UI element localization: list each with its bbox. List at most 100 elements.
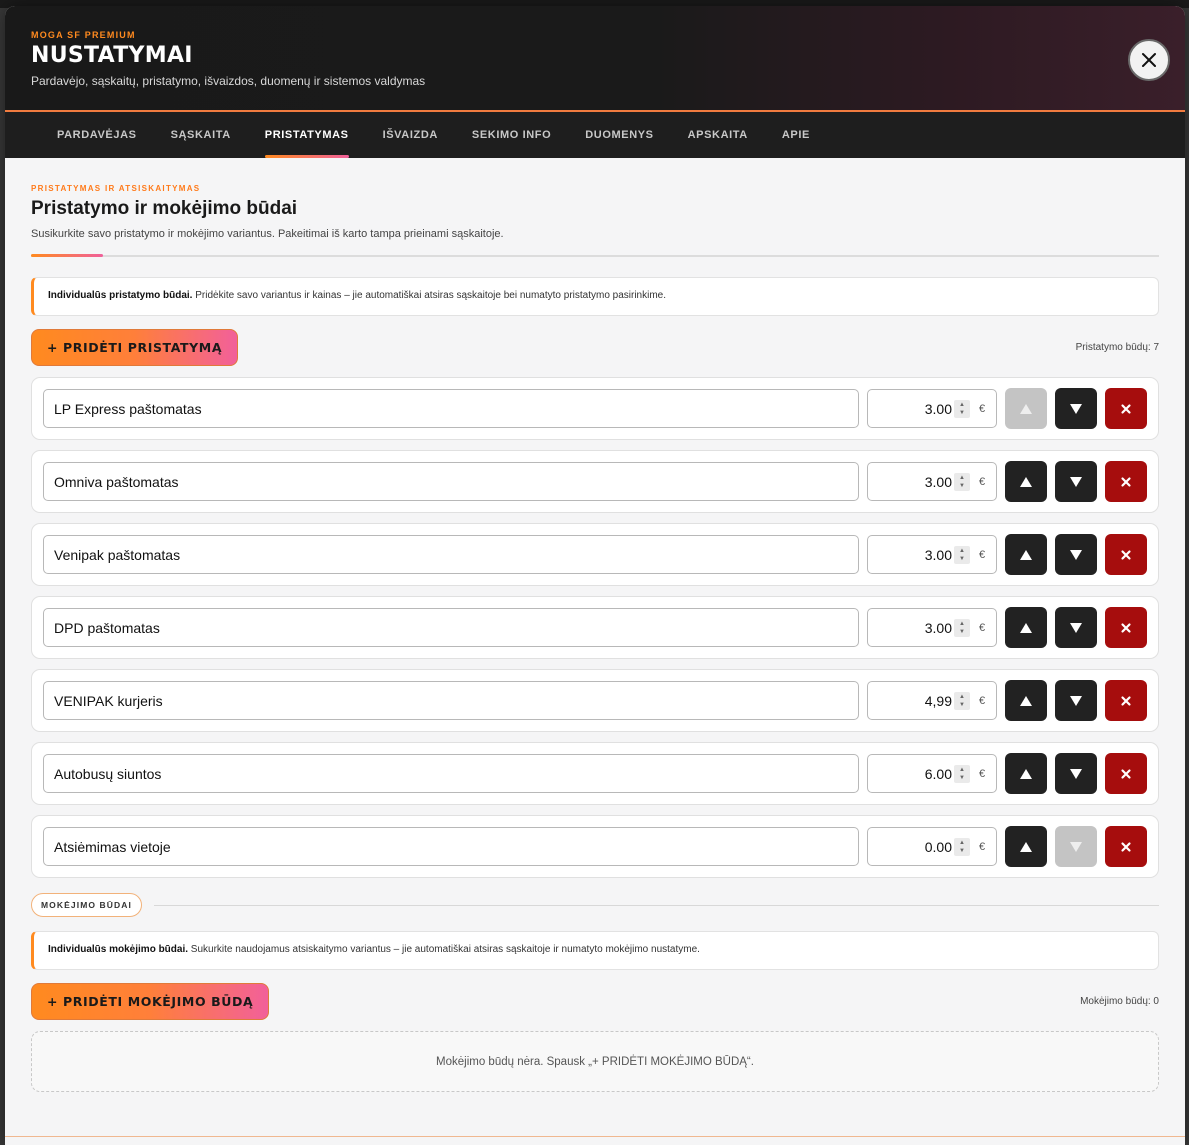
move-down-button	[1055, 826, 1097, 867]
spinner-down-icon: ▼	[959, 701, 965, 708]
delivery-name-input[interactable]	[43, 681, 859, 720]
delivery-name-input[interactable]	[43, 754, 859, 793]
tab-sąskaita[interactable]: SĄSKAITA	[154, 112, 248, 158]
delete-delivery-button[interactable]	[1105, 607, 1147, 648]
tab-apskaita[interactable]: APSKAITA	[671, 112, 765, 158]
spinner-up-icon: ▲	[959, 839, 965, 846]
delete-delivery-button[interactable]	[1105, 680, 1147, 721]
add-delivery-button[interactable]: + PRIDĖTI PRISTATYMĄ	[31, 329, 239, 366]
move-up-button[interactable]	[1005, 607, 1047, 648]
delete-delivery-button[interactable]	[1105, 388, 1147, 429]
payment-action-row: + PRIDĖTI MOKĖJIMO BŪDĄ Mokėjimo būdų: 0	[31, 983, 1159, 1020]
spinner-up-icon: ▲	[959, 547, 965, 554]
price-spinner[interactable]: ▲ ▼	[954, 545, 970, 564]
currency-label: €	[979, 840, 986, 853]
move-down-button[interactable]	[1055, 680, 1097, 721]
currency-label: €	[979, 548, 986, 561]
delivery-price-field: ▲▼ €	[867, 535, 997, 574]
move-up-button[interactable]	[1005, 680, 1047, 721]
move-down-button[interactable]	[1055, 534, 1097, 575]
delivery-price-field: ▲▼ €	[867, 681, 997, 720]
tab-duomenys[interactable]: DUOMENYS	[568, 112, 670, 158]
payment-info-bold: Individualūs mokėjimo būdai.	[48, 944, 189, 955]
delete-icon	[1121, 476, 1131, 487]
delete-delivery-button[interactable]	[1105, 461, 1147, 502]
payment-info-box: Individualūs mokėjimo būdai. Sukurkite n…	[31, 931, 1159, 970]
delete-icon	[1121, 549, 1131, 560]
delivery-price-field: ▲▼ €	[867, 754, 997, 793]
price-spinner[interactable]: ▲ ▼	[954, 472, 970, 491]
delivery-row: ▲▼ €	[31, 669, 1159, 732]
delete-icon	[1121, 622, 1131, 633]
move-up-button[interactable]	[1005, 753, 1047, 794]
delivery-name-input[interactable]	[43, 389, 859, 428]
delivery-action-row: + PRIDĖTI PRISTATYMĄ Pristatymo būdų: 7	[31, 329, 1159, 366]
price-spinner[interactable]: ▲ ▼	[954, 764, 970, 783]
move-down-button[interactable]	[1055, 388, 1097, 429]
tab-sekimo-info[interactable]: SEKIMO INFO	[455, 112, 568, 158]
spinner-up-icon: ▲	[959, 620, 965, 627]
delete-icon	[1121, 695, 1131, 706]
payment-info-text: Sukurkite naudojamus atsiskaitymo varian…	[188, 944, 700, 955]
delivery-name-input[interactable]	[43, 535, 859, 574]
delivery-info-bold: Individualūs pristatymo būdai.	[48, 290, 193, 301]
arrow-up-icon	[1020, 549, 1032, 560]
content-area: PRISTATYMAS IR ATSISKAITYMAS Pristatymo …	[5, 158, 1185, 1092]
delivery-count: Pristatymo būdų: 7	[1075, 342, 1159, 353]
section-description: Susikurkite savo pristatymo ir mokėjimo …	[31, 228, 504, 240]
delivery-price-field: ▲▼ €	[867, 608, 997, 647]
delivery-price-input[interactable]	[868, 539, 954, 570]
delete-icon	[1121, 768, 1131, 779]
payment-section-header: MOKĖJIMO BŪDAI	[31, 893, 1159, 917]
spinner-up-icon: ▲	[959, 474, 965, 481]
arrow-up-icon	[1020, 841, 1032, 852]
arrow-down-icon	[1070, 622, 1082, 633]
delete-delivery-button[interactable]	[1105, 826, 1147, 867]
delete-delivery-button[interactable]	[1105, 534, 1147, 575]
tab-apie[interactable]: APIE	[765, 112, 827, 158]
delete-icon	[1121, 841, 1131, 852]
modal-title: NUSTATYMAI	[31, 43, 193, 68]
price-spinner[interactable]: ▲ ▼	[954, 618, 970, 637]
price-spinner[interactable]: ▲ ▼	[954, 399, 970, 418]
move-down-button[interactable]	[1055, 461, 1097, 502]
delivery-price-input[interactable]	[868, 831, 954, 862]
payment-pill: MOKĖJIMO BŪDAI	[31, 893, 142, 917]
spinner-down-icon: ▼	[959, 482, 965, 489]
move-up-button[interactable]	[1005, 826, 1047, 867]
section-divider	[31, 254, 1159, 257]
delivery-price-input[interactable]	[868, 612, 954, 643]
delete-delivery-button[interactable]	[1105, 753, 1147, 794]
move-up-button[interactable]	[1005, 534, 1047, 575]
move-down-button[interactable]	[1055, 753, 1097, 794]
price-spinner[interactable]: ▲ ▼	[954, 691, 970, 710]
delivery-price-input[interactable]	[868, 466, 954, 497]
arrow-down-icon	[1070, 768, 1082, 779]
spinner-up-icon: ▲	[959, 693, 965, 700]
delivery-name-input[interactable]	[43, 462, 859, 501]
move-up-button	[1005, 388, 1047, 429]
delivery-row: ▲▼ €	[31, 815, 1159, 878]
delete-icon	[1121, 403, 1131, 414]
move-up-button[interactable]	[1005, 461, 1047, 502]
delivery-price-input[interactable]	[868, 758, 954, 789]
delivery-price-input[interactable]	[868, 393, 954, 424]
tab-pristatymas[interactable]: PRISTATYMAS	[248, 112, 366, 158]
delivery-row: ▲▼ €	[31, 596, 1159, 659]
move-down-button[interactable]	[1055, 607, 1097, 648]
arrow-down-icon	[1070, 403, 1082, 414]
tab-išvaizda[interactable]: IŠVAIZDA	[366, 112, 455, 158]
currency-label: €	[979, 475, 986, 488]
price-spinner[interactable]: ▲ ▼	[954, 837, 970, 856]
arrow-down-icon	[1070, 695, 1082, 706]
delivery-price-field: ▲▼ €	[867, 827, 997, 866]
arrow-up-icon	[1020, 695, 1032, 706]
close-button[interactable]	[1128, 39, 1170, 81]
arrow-down-icon	[1070, 476, 1082, 487]
settings-modal: MOGA SF PREMIUM NUSTATYMAI Pardavėjo, są…	[5, 6, 1185, 1145]
delivery-name-input[interactable]	[43, 827, 859, 866]
delivery-name-input[interactable]	[43, 608, 859, 647]
delivery-price-input[interactable]	[868, 685, 954, 716]
tab-pardavėjas[interactable]: PARDAVĖJAS	[40, 112, 154, 158]
add-payment-button[interactable]: + PRIDĖTI MOKĖJIMO BŪDĄ	[31, 983, 270, 1020]
